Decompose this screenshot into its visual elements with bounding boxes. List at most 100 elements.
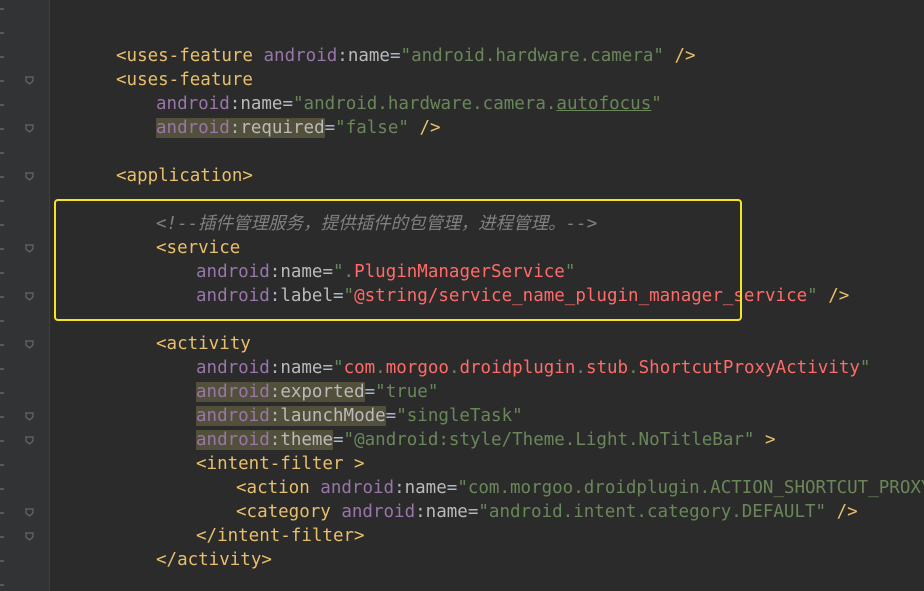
code-token: "	[651, 94, 662, 114]
code-token: </intent-filter>	[196, 526, 365, 546]
editor-gutter[interactable]	[0, 0, 50, 591]
gutter-tick	[0, 200, 4, 202]
code-token: :	[269, 382, 281, 402]
code-token: .	[375, 358, 386, 378]
code-token: </activity>	[156, 550, 272, 570]
code-token: :	[229, 94, 241, 114]
gutter-tick	[0, 32, 4, 34]
code-token: "	[859, 358, 871, 378]
code-line[interactable]: </activity>	[156, 548, 272, 572]
fold-marker-icon[interactable]	[25, 76, 34, 85]
code-line[interactable]: <activity	[156, 332, 251, 356]
code-token: name	[404, 478, 447, 498]
code-line[interactable]: android:name="com.morgoo.droidplugin.stu…	[196, 356, 870, 380]
code-token: .	[628, 358, 639, 378]
code-token: "android.hardware.camera"	[400, 46, 664, 66]
code-line[interactable]: android:name="android.hardware.camera.au…	[156, 92, 662, 116]
code-token: name	[425, 502, 468, 522]
code-token: =	[446, 478, 458, 498]
fold-marker-icon[interactable]	[25, 532, 34, 541]
gutter-tick	[0, 392, 4, 394]
code-token: =	[322, 358, 334, 378]
code-token: =	[467, 502, 479, 522]
code-token: :	[394, 478, 405, 498]
code-token: "	[333, 358, 344, 378]
gutter-tick	[0, 560, 4, 562]
gutter-tick	[0, 128, 4, 130]
code-token: android	[196, 382, 270, 402]
fold-marker-icon[interactable]	[25, 124, 34, 133]
code-token: <action	[236, 478, 321, 498]
fold-marker-icon[interactable]	[25, 244, 34, 253]
code-line[interactable]: <action android:name="com.morgoo.droidpl…	[236, 476, 924, 500]
code-token: :	[269, 358, 281, 378]
code-line[interactable]: android:theme="@android:style/Theme.Ligh…	[196, 428, 776, 452]
code-token: android	[156, 94, 230, 114]
code-line[interactable]: <uses-feature	[116, 68, 253, 92]
fold-marker-icon[interactable]	[25, 508, 34, 517]
gutter-tick	[0, 248, 4, 250]
code-token: name	[240, 94, 283, 114]
code-line[interactable]: <category android:name="android.intent.c…	[236, 500, 858, 524]
code-token: =	[385, 406, 397, 426]
code-token: stub	[585, 358, 629, 378]
gutter-tick	[0, 272, 4, 274]
code-line[interactable]: android:exported="true"	[196, 380, 438, 404]
code-token: droidplugin	[459, 358, 576, 378]
code-token: ShortcutProxyActivity	[638, 358, 860, 378]
code-token: theme	[280, 430, 333, 450]
code-token: "	[807, 286, 818, 306]
fold-marker-icon[interactable]	[25, 292, 34, 301]
fold-marker-icon[interactable]	[25, 436, 34, 445]
code-line[interactable]: android:launchMode="singleTask"	[196, 404, 523, 428]
gutter-tick	[0, 536, 4, 538]
gutter-tick	[0, 80, 4, 82]
code-token: name	[280, 358, 323, 378]
gutter-tick	[0, 440, 4, 442]
code-token: <application>	[116, 166, 253, 186]
gutter-tick	[0, 584, 4, 586]
gutter-tick	[0, 176, 4, 178]
gutter-tick	[0, 416, 4, 418]
gutter-tick	[0, 320, 4, 322]
code-line[interactable]: android:required="false" />	[156, 116, 441, 140]
code-token: >	[754, 430, 776, 450]
code-token: :	[415, 502, 426, 522]
code-token: />	[408, 118, 441, 138]
code-token: <activity	[156, 334, 251, 354]
gutter-tick	[0, 512, 4, 514]
fold-marker-icon[interactable]	[25, 172, 34, 181]
code-token: :	[269, 430, 281, 450]
code-line[interactable]: <application>	[116, 164, 253, 188]
code-token: <uses-feature	[116, 70, 253, 90]
code-token: android	[320, 478, 395, 498]
code-token: :	[229, 118, 241, 138]
code-token: =	[282, 94, 294, 114]
gutter-tick	[0, 8, 4, 10]
highlight-box	[54, 199, 742, 321]
code-line[interactable]: <uses-feature android:name="android.hard…	[116, 44, 696, 68]
code-token: name	[347, 46, 390, 66]
code-token: exported	[280, 382, 365, 402]
code-token: =	[324, 118, 336, 138]
code-token: android	[263, 46, 338, 66]
code-token: <intent-filter >	[196, 454, 365, 474]
code-token: android	[196, 406, 270, 426]
code-token: :	[337, 46, 348, 66]
gutter-tick	[0, 104, 4, 106]
fold-marker-icon[interactable]	[25, 412, 34, 421]
gutter-tick	[0, 296, 4, 298]
code-token: "false"	[335, 118, 409, 138]
code-token: morgoo	[385, 358, 449, 378]
code-line[interactable]: <intent-filter >	[196, 452, 365, 476]
code-token: "singleTask"	[396, 406, 523, 426]
code-token: com	[343, 358, 376, 378]
code-token: =	[333, 430, 344, 450]
code-token: "@android:style/Theme.Light.NoTitleBar"	[343, 430, 755, 450]
code-line[interactable]: </intent-filter>	[196, 524, 365, 548]
code-token: "android.hardware.camera.	[293, 94, 557, 114]
code-token: android	[156, 118, 230, 138]
code-token: :	[269, 406, 281, 426]
code-token: =	[364, 382, 376, 402]
fold-marker-icon[interactable]	[25, 340, 34, 349]
